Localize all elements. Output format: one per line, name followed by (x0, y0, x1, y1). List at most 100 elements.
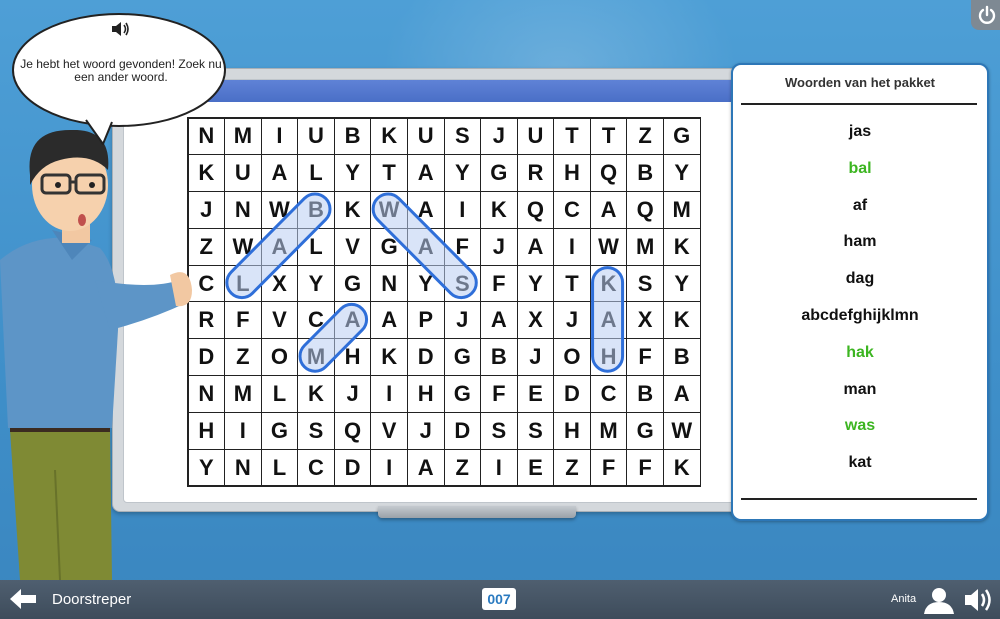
grid-cell[interactable]: F (589, 448, 628, 487)
grid-cell[interactable]: I (480, 448, 518, 487)
grid-cell[interactable]: H (589, 338, 628, 377)
grid-cell[interactable]: C (297, 301, 335, 340)
grid-cell[interactable]: A (406, 448, 445, 487)
grid-cell[interactable]: A (260, 154, 299, 193)
grid-cell[interactable]: N (370, 264, 408, 303)
grid-cell[interactable]: H (406, 375, 445, 413)
grid-cell[interactable]: E (516, 448, 555, 487)
grid-cell[interactable]: G (662, 117, 701, 156)
grid-cell[interactable]: E (516, 375, 555, 413)
grid-cell[interactable]: X (516, 301, 555, 340)
grid-cell[interactable]: W (224, 227, 262, 266)
grid-cell[interactable]: Y (406, 264, 445, 303)
user-icon[interactable] (922, 586, 956, 619)
grid-cell[interactable]: D (443, 411, 482, 450)
grid-cell[interactable]: A (589, 301, 628, 340)
grid-cell[interactable]: U (406, 117, 445, 156)
grid-cell[interactable]: X (260, 264, 299, 303)
grid-cell[interactable]: K (662, 301, 701, 340)
grid-cell[interactable]: T (553, 264, 591, 303)
grid-cell[interactable]: T (553, 117, 591, 156)
grid-cell[interactable]: J (480, 227, 518, 266)
grid-cell[interactable]: W (589, 227, 628, 266)
grid-cell[interactable]: T (370, 154, 408, 193)
grid-cell[interactable]: J (516, 338, 555, 377)
grid-cell[interactable]: H (553, 154, 591, 193)
grid-cell[interactable]: S (626, 264, 664, 303)
grid-cell[interactable]: V (260, 301, 299, 340)
grid-cell[interactable]: I (443, 191, 482, 229)
grid-cell[interactable]: J (443, 301, 482, 340)
grid-cell[interactable]: H (333, 338, 372, 377)
grid-cell[interactable]: Z (443, 448, 482, 487)
grid-cell[interactable]: J (333, 375, 372, 413)
grid-cell[interactable]: Q (626, 191, 664, 229)
grid-cell[interactable]: N (224, 191, 262, 229)
grid-cell[interactable]: S (443, 117, 482, 156)
grid-cell[interactable]: J (406, 411, 445, 450)
grid-cell[interactable]: J (480, 117, 518, 156)
grid-cell[interactable]: J (553, 301, 591, 340)
sound-icon[interactable] (963, 586, 995, 619)
grid-cell[interactable]: A (370, 301, 408, 340)
grid-cell[interactable]: F (480, 264, 518, 303)
grid-cell[interactable]: W (370, 191, 408, 229)
grid-cell[interactable]: D (406, 338, 445, 377)
grid-cell[interactable]: Q (589, 154, 628, 193)
grid-cell[interactable]: X (626, 301, 664, 340)
grid-cell[interactable]: M (626, 227, 664, 266)
grid-cell[interactable]: Q (333, 411, 372, 450)
grid-cell[interactable]: A (480, 301, 518, 340)
grid-cell[interactable]: M (297, 338, 335, 377)
grid-cell[interactable]: F (626, 338, 664, 377)
grid-cell[interactable]: U (297, 117, 335, 156)
grid-cell[interactable]: R (516, 154, 555, 193)
grid-cell[interactable]: G (480, 154, 518, 193)
power-button[interactable] (971, 0, 1000, 30)
grid-cell[interactable]: H (553, 411, 591, 450)
grid-cell[interactable]: B (297, 191, 335, 229)
grid-cell[interactable]: K (480, 191, 518, 229)
grid-cell[interactable]: B (626, 154, 664, 193)
grid-cell[interactable]: A (406, 227, 445, 266)
grid-cell[interactable]: F (443, 227, 482, 266)
grid-cell[interactable]: O (553, 338, 591, 377)
grid-cell[interactable]: G (443, 338, 482, 377)
grid-cell[interactable]: F (480, 375, 518, 413)
grid-cell[interactable]: D (333, 448, 372, 487)
grid-cell[interactable]: P (406, 301, 445, 340)
grid-cell[interactable]: S (297, 411, 335, 450)
grid-cell[interactable]: T (589, 117, 628, 156)
grid-cell[interactable]: G (626, 411, 664, 450)
grid-cell[interactable]: K (370, 117, 408, 156)
grid-cell[interactable]: Z (224, 338, 262, 377)
grid-cell[interactable]: B (480, 338, 518, 377)
grid-cell[interactable]: Z (553, 448, 591, 487)
grid-cell[interactable]: Y (516, 264, 555, 303)
grid-cell[interactable]: A (516, 227, 555, 266)
grid-cell[interactable]: I (370, 375, 408, 413)
grid-cell[interactable]: I (224, 411, 262, 450)
grid-cell[interactable]: O (260, 338, 299, 377)
grid-cell[interactable]: A (662, 375, 701, 413)
grid-cell[interactable]: S (443, 264, 482, 303)
grid-cell[interactable]: V (370, 411, 408, 450)
grid-cell[interactable]: B (333, 117, 372, 156)
grid-cell[interactable]: B (662, 338, 701, 377)
grid-cell[interactable]: C (297, 448, 335, 487)
grid-cell[interactable]: N (224, 448, 262, 487)
grid-cell[interactable]: Z (626, 117, 664, 156)
grid-cell[interactable]: C (553, 191, 591, 229)
grid-cell[interactable]: Q (516, 191, 555, 229)
speaker-icon[interactable] (111, 20, 131, 43)
grid-cell[interactable]: L (297, 154, 335, 193)
grid-cell[interactable]: M (224, 375, 262, 413)
grid-cell[interactable]: A (333, 301, 372, 340)
grid-cell[interactable]: L (224, 264, 262, 303)
grid-cell[interactable]: W (260, 191, 299, 229)
grid-cell[interactable]: A (406, 154, 445, 193)
grid-cell[interactable]: M (662, 191, 701, 229)
grid-cell[interactable]: I (553, 227, 591, 266)
grid-cell[interactable]: F (224, 301, 262, 340)
grid-cell[interactable]: G (443, 375, 482, 413)
